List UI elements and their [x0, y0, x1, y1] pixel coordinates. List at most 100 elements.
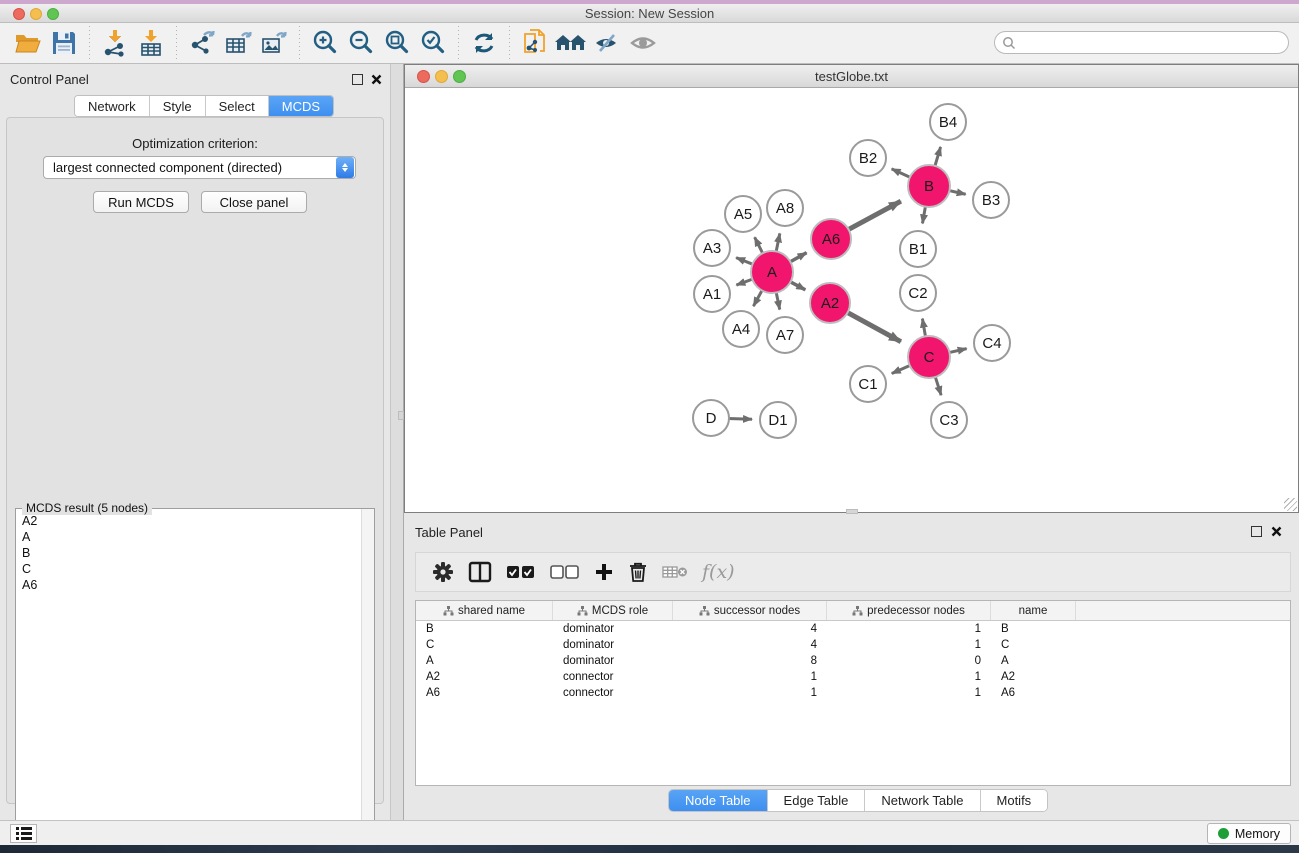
graph-edge[interactable]	[847, 312, 901, 342]
mcds-result-item[interactable]: B	[22, 545, 361, 561]
graph-node[interactable]: A3	[694, 230, 730, 266]
float-panel-button[interactable]	[352, 74, 363, 85]
tab-mcds[interactable]: MCDS	[269, 96, 333, 116]
graph-node[interactable]: C3	[931, 402, 967, 438]
graph-node[interactable]: C2	[900, 275, 936, 311]
graph-node[interactable]: D1	[760, 402, 796, 438]
export-image-button[interactable]	[256, 27, 292, 59]
graph-edge[interactable]	[949, 190, 966, 194]
column-header[interactable]: MCDS role	[553, 601, 673, 620]
function-builder-button[interactable]: f(x)	[702, 557, 735, 587]
network-canvas[interactable]: B4 B2 B B3 A5A8A6 A3 A B1 A1A4A7A2 C2 C C4 C1 C3 D D1	[405, 89, 1298, 512]
create-column-button[interactable]	[594, 557, 614, 587]
graph-node[interactable]: B1	[900, 231, 936, 267]
network-vscrollbar-thumb[interactable]	[398, 411, 404, 420]
mcds-result-item[interactable]: A6	[22, 577, 361, 593]
graph-edge[interactable]	[789, 253, 806, 263]
close-panel-button[interactable]: Close panel	[201, 191, 307, 213]
zoom-fit-button[interactable]	[379, 27, 415, 59]
graph-node[interactable]: A	[751, 251, 793, 293]
column-header[interactable]: shared name	[416, 601, 553, 620]
mcds-result-list[interactable]: A2ABCA6	[16, 513, 361, 852]
delete-columns-button[interactable]	[628, 557, 648, 587]
delete-table-button[interactable]	[662, 557, 688, 587]
tab-network-table[interactable]: Network Table	[865, 790, 980, 811]
export-network-button[interactable]	[184, 27, 220, 59]
graph-edge[interactable]	[776, 233, 780, 252]
deselect-checks-button[interactable]	[550, 557, 580, 587]
graph-edge[interactable]	[949, 349, 967, 353]
table-row[interactable]: Cdominator41C	[416, 637, 1290, 653]
apply-layout-button[interactable]	[466, 27, 502, 59]
memory-button[interactable]: Memory	[1207, 823, 1291, 844]
table-row[interactable]: A6connector11A6	[416, 685, 1290, 701]
graph-node[interactable]: A8	[767, 190, 803, 226]
graph-edge[interactable]	[728, 419, 752, 420]
zoom-out-button[interactable]	[343, 27, 379, 59]
graph-edge[interactable]	[753, 290, 762, 307]
graph-node[interactable]: C4	[974, 325, 1010, 361]
graph-node[interactable]: C1	[850, 366, 886, 402]
graph-node[interactable]: B2	[850, 140, 886, 176]
column-header[interactable]: name	[991, 601, 1076, 620]
network-hscrollbar-thumb[interactable]	[846, 509, 858, 514]
select-all-checks-button[interactable]	[506, 557, 536, 587]
tab-style[interactable]: Style	[150, 96, 206, 116]
graph-edge[interactable]	[736, 279, 753, 285]
graph-node[interactable]: A1	[694, 276, 730, 312]
show-column-button[interactable]	[468, 557, 492, 587]
tab-network[interactable]: Network	[75, 96, 150, 116]
graph-node[interactable]: A5	[725, 196, 761, 232]
graph-edge[interactable]	[790, 281, 806, 289]
task-history-button[interactable]	[10, 824, 37, 843]
column-header[interactable]: successor nodes	[673, 601, 827, 620]
graph-node[interactable]: A7	[767, 317, 803, 353]
mcds-result-item[interactable]: A2	[22, 513, 361, 529]
show-all-button[interactable]	[625, 27, 661, 59]
panel-divider[interactable]	[390, 64, 404, 820]
criterion-select[interactable]: largest connected component (directed)	[43, 156, 356, 179]
graph-edge[interactable]	[776, 292, 780, 310]
mcds-result-item[interactable]: A	[22, 529, 361, 545]
graph-edge[interactable]	[892, 365, 911, 373]
tab-edge-table[interactable]: Edge Table	[768, 790, 866, 811]
graph-edge[interactable]	[935, 147, 941, 167]
graph-edge[interactable]	[935, 376, 941, 395]
table-row[interactable]: Adominator80A	[416, 653, 1290, 669]
tab-node-table[interactable]: Node Table	[669, 790, 768, 811]
graph-edge[interactable]	[922, 206, 925, 224]
mcds-result-item[interactable]: C	[22, 561, 361, 577]
first-neighbors-button[interactable]	[553, 27, 589, 59]
graph-edge[interactable]	[848, 201, 901, 230]
save-session-button[interactable]	[46, 27, 82, 59]
graph-node[interactable]: A6	[811, 219, 851, 259]
zoom-in-button[interactable]	[307, 27, 343, 59]
table-float-button[interactable]	[1251, 526, 1262, 537]
run-mcds-button[interactable]: Run MCDS	[93, 191, 189, 213]
graph-edge[interactable]	[736, 258, 753, 265]
column-header[interactable]: predecessor nodes	[827, 601, 991, 620]
hide-selected-button[interactable]	[589, 27, 625, 59]
graph-node[interactable]: A2	[810, 283, 850, 323]
mcds-result-scrollbar[interactable]	[361, 509, 374, 852]
table-options-button[interactable]	[432, 557, 454, 587]
import-network-button[interactable]	[97, 27, 133, 59]
table-row[interactable]: Bdominator41B	[416, 621, 1290, 637]
graph-node[interactable]: B	[908, 165, 950, 207]
import-table-button[interactable]	[133, 27, 169, 59]
open-file-button[interactable]	[10, 27, 46, 59]
table-close-icon[interactable]	[1271, 526, 1282, 537]
graph-node[interactable]: A4	[723, 311, 759, 347]
graph-edge[interactable]	[922, 319, 925, 338]
graph-node[interactable]: B3	[973, 182, 1009, 218]
export-table-button[interactable]	[220, 27, 256, 59]
tab-select[interactable]: Select	[206, 96, 269, 116]
network-window-titlebar[interactable]: testGlobe.txt	[405, 65, 1298, 88]
graph-node[interactable]: D	[693, 400, 729, 436]
window-resize-grip[interactable]	[1284, 498, 1297, 511]
zoom-selected-button[interactable]	[415, 27, 451, 59]
network-from-selection-button[interactable]	[517, 27, 553, 59]
graph-node[interactable]: B4	[930, 104, 966, 140]
tab-motifs[interactable]: Motifs	[981, 790, 1048, 811]
graph-node[interactable]: C	[908, 336, 950, 378]
